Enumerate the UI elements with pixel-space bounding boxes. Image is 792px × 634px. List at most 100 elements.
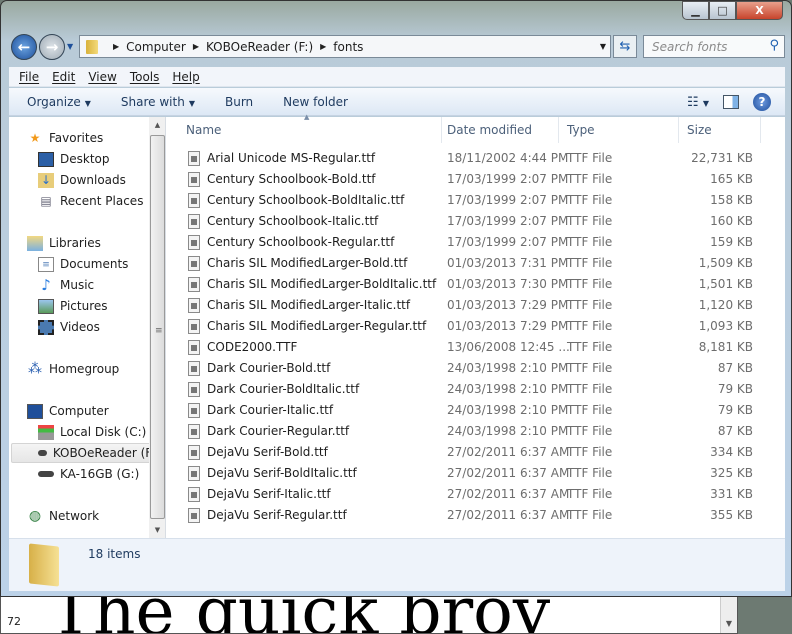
file-date: 24/03/1998 2:10 PM [447,382,569,396]
nav-scrollbar[interactable]: ▲ ≡ ▼ [149,117,165,538]
nav-koboereader[interactable]: KOBOeReader (F:) [11,443,161,463]
nav-music[interactable]: ♪ Music [38,275,94,295]
recent-pages-dropdown[interactable]: ▼ [67,42,73,51]
file-row[interactable]: DejaVu Serif-Italic.ttf 27/02/2011 6:37 A… [167,484,785,505]
file-type: TTF File [567,172,613,186]
back-button[interactable]: ← [11,34,37,60]
font-file-icon [188,319,200,334]
nav-computer[interactable]: Computer [27,401,109,421]
column-type[interactable]: Type [559,117,679,143]
file-row[interactable]: Charis SIL ModifiedLarger-Italic.ttf 01/0… [167,295,785,316]
background-font-preview-window: The quick brov 72 ▼ [0,594,738,634]
file-row[interactable]: Century Schoolbook-Regular.ttf 17/03/1999… [167,232,785,253]
file-name: CODE2000.TTF [207,340,298,354]
organize-button[interactable]: Organize ▼ [27,95,91,109]
column-name[interactable]: Name [178,117,442,143]
computer-icon [27,403,43,419]
chevron-right-icon[interactable]: ▶ [113,42,119,51]
file-row[interactable]: Charis SIL ModifiedLarger-BoldItalic.ttf… [167,274,785,295]
nav-local-disk[interactable]: Local Disk (C:) [38,422,146,442]
menu-edit[interactable]: Edit [52,70,75,84]
file-row[interactable]: Century Schoolbook-Italic.ttf 17/03/1999 … [167,211,785,232]
file-row[interactable]: Century Schoolbook-BoldItalic.ttf 17/03/1… [167,190,785,211]
nav-label: Local Disk (C:) [60,425,147,439]
file-size: 325 KB [710,466,753,480]
libraries-icon [27,235,43,251]
preview-scrollbar[interactable]: ▼ [720,595,737,633]
file-row[interactable]: Dark Courier-Bold.ttf 24/03/1998 2:10 PM T… [167,358,785,379]
help-icon[interactable]: ? [753,93,771,111]
file-size: 1,120 KB [698,298,753,312]
explorer-window: ▁ □ X ← → ▼ ▶ Computer ▶ KOBOeReader (F:… [0,0,792,597]
file-row[interactable]: Dark Courier-Regular.ttf 24/03/1998 2:10 … [167,421,785,442]
file-name: DejaVu Serif-Regular.ttf [207,508,347,522]
chevron-right-icon[interactable]: ▶ [193,42,199,51]
nav-homegroup[interactable]: ⁂ Homegroup [27,359,119,379]
file-size: 1,093 KB [698,319,753,333]
view-options-icon[interactable]: ☷ ▼ [687,95,709,110]
chevron-right-icon[interactable]: ▶ [320,42,326,51]
file-row[interactable]: Arial Unicode MS-Regular.ttf 18/11/2002 4… [167,148,785,169]
file-size: 331 KB [710,487,753,501]
file-row[interactable]: Charis SIL ModifiedLarger-Bold.ttf 01/03/… [167,253,785,274]
file-name: Dark Courier-BoldItalic.ttf [207,382,360,396]
file-row[interactable]: CODE2000.TTF 13/06/2008 12:45 ... TTF File… [167,337,785,358]
removable-drive-icon [38,471,54,477]
file-row[interactable]: Dark Courier-Italic.ttf 24/03/1998 2:10 P… [167,400,785,421]
breadcrumb-fonts[interactable]: fonts [333,40,363,54]
breadcrumb-computer[interactable]: Computer [126,40,186,54]
breadcrumb-drive[interactable]: KOBOeReader (F:) [206,40,313,54]
maximize-button[interactable]: □ [709,1,736,20]
file-row[interactable]: DejaVu Serif-Bold.ttf 27/02/2011 6:37 AM T… [167,442,785,463]
file-row[interactable]: DejaVu Serif-BoldItalic.ttf 27/02/2011 6:… [167,463,785,484]
file-type: TTF File [567,214,613,228]
font-file-icon [188,361,200,376]
column-size[interactable]: Size [679,117,761,143]
menu-help[interactable]: Help [172,70,199,84]
nav-videos[interactable]: Videos [38,317,100,337]
scroll-up-arrow[interactable]: ▲ [149,121,165,129]
nav-label: Documents [60,257,129,271]
file-row[interactable]: Century Schoolbook-Bold.ttf 17/03/1999 2:… [167,169,785,190]
nav-label: KA-16GB (G:) [60,467,140,481]
menu-view[interactable]: View [88,70,116,84]
nav-documents[interactable]: ≡ Documents [38,254,128,274]
nav-favorites[interactable]: ★ Favorites [27,128,104,148]
file-name: DejaVu Serif-Bold.ttf [207,445,328,459]
column-date-modified[interactable]: Date modified [439,117,559,143]
preview-pane-icon[interactable] [723,95,739,109]
file-row[interactable]: Dark Courier-BoldItalic.ttf 24/03/1998 2:… [167,379,785,400]
nav-libraries[interactable]: Libraries [27,233,101,253]
forward-button[interactable]: → [39,34,65,60]
address-dropdown-icon[interactable]: ▼ [600,42,606,51]
burn-button[interactable]: Burn [225,95,253,109]
file-row[interactable]: Charis SIL ModifiedLarger-Regular.ttf 01/… [167,316,785,337]
file-size: 1,509 KB [698,256,753,270]
address-bar[interactable]: ▶ Computer ▶ KOBOeReader (F:) ▶ fonts ▼ [79,35,611,58]
menu-file[interactable]: File [19,70,39,84]
minimize-button[interactable]: ▁ [682,1,709,20]
nav-downloads[interactable]: ↓ Downloads [38,170,126,190]
file-size: 22,731 KB [691,151,753,165]
new-folder-button[interactable]: New folder [283,95,348,109]
nav-network[interactable]: ◍ Network [27,506,99,526]
refresh-button[interactable]: ⇆ [613,35,637,58]
scroll-down-arrow[interactable]: ▼ [149,526,165,534]
nav-recent-places[interactable]: ▤ Recent Places [38,191,143,211]
search-input[interactable]: Search fonts ⚲ [643,35,785,58]
search-placeholder: Search fonts [652,40,728,54]
close-button[interactable]: X [736,1,783,20]
star-icon: ★ [29,130,41,145]
nav-desktop[interactable]: Desktop [38,149,110,169]
share-with-button[interactable]: Share with ▼ [121,95,195,109]
menu-tools[interactable]: Tools [130,70,160,84]
scrollbar-thumb[interactable]: ≡ [150,135,165,519]
file-name: Charis SIL ModifiedLarger-Bold.ttf [207,256,408,270]
search-icon[interactable]: ⚲ [769,38,779,53]
font-file-icon [188,235,200,250]
nav-pictures[interactable]: Pictures [38,296,108,316]
file-row[interactable]: DejaVu Serif-Regular.ttf 27/02/2011 6:37 … [167,505,785,526]
file-size: 79 KB [717,403,753,417]
nav-label: Desktop [60,152,110,166]
nav-ka-16gb[interactable]: KA-16GB (G:) [38,464,139,484]
